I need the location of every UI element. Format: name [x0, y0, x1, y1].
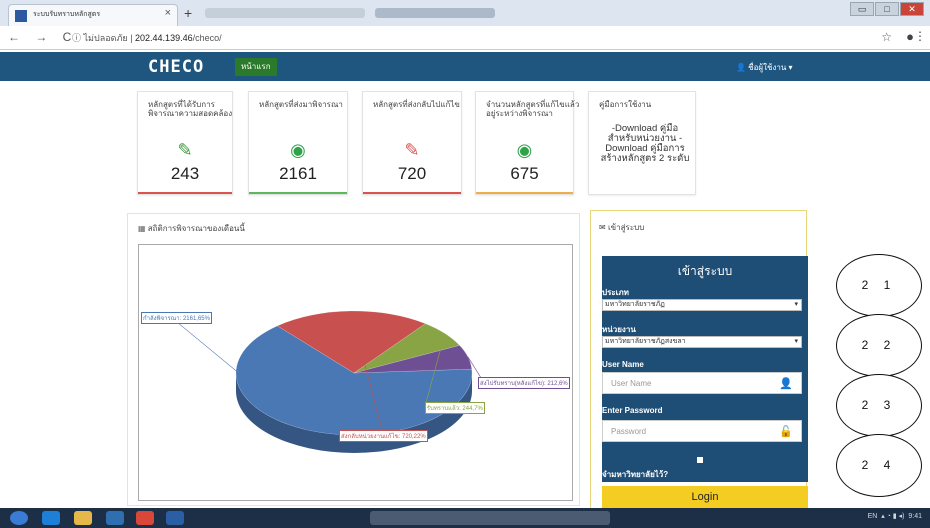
- card-value: 2161: [279, 164, 317, 183]
- tab-title: ระบบรับทราบหลักสูตร: [33, 11, 101, 18]
- annotation-oval: 2 2: [836, 314, 922, 377]
- user-icon: 👤: [779, 378, 793, 390]
- minimize-button[interactable]: ▭: [850, 2, 874, 16]
- clock: 9:41: [908, 513, 922, 520]
- lock-icon: 🔓: [779, 426, 793, 438]
- login-button[interactable]: Login: [602, 486, 808, 508]
- panel-header: ▦ สถิติการพิจารณาของเดือนนี้: [138, 222, 245, 235]
- login-title: เข้าสู่ระบบ: [677, 264, 733, 278]
- annotation-oval: 2 1: [836, 254, 922, 317]
- card-bar: [249, 192, 347, 194]
- maximize-button[interactable]: □: [875, 2, 899, 16]
- card-title: หลักสูตรที่ส่งมาพิจารณา: [259, 100, 343, 109]
- unit-label: หน่วยงาน: [602, 325, 636, 334]
- caret-down-icon: ▾: [794, 338, 798, 345]
- login-form: เข้าสู่ระบบ ประเภท มหาวิทยาลัยราชภัฏ ▾ ห…: [602, 256, 808, 482]
- close-tab-icon[interactable]: ×: [165, 7, 171, 19]
- user-menu[interactable]: 👤 ชื่อผู้ใช้งาน ▾: [736, 61, 793, 74]
- favicon-icon: [15, 10, 27, 22]
- pie-chart-svg: [170, 310, 485, 453]
- guide-card: คู่มือการใช้งาน -Download คู่มือสำหรับหน…: [588, 91, 696, 195]
- card-value: 720: [397, 164, 427, 183]
- nav-home[interactable]: หน้าแรก: [235, 58, 277, 76]
- brand-logo[interactable]: CHECO: [148, 57, 204, 77]
- top-navbar: CHECO หน้าแรก 👤 ชื่อผู้ใช้งาน ▾: [0, 52, 930, 81]
- password-placeholder: Password: [611, 427, 647, 436]
- pie-slice-label: รับทราบแล้ว: 244,7%: [424, 402, 485, 415]
- remember-label: จำมหาวิทยาลัยไว้?: [602, 470, 669, 479]
- browser-tab-bar: ระบบรับทราบหลักสูตร × + ▭ □ ✕: [0, 0, 930, 26]
- eye-icon: ◉: [516, 140, 533, 160]
- card-title: หลักสูตรที่ได้รับการพิจารณาความสอดคล้อง: [148, 100, 233, 118]
- stat-card-returned[interactable]: หลักสูตรที่ส่งกลับไปแก้ไข ✎ 720: [362, 91, 462, 195]
- info-icon[interactable]: ⓘ: [72, 33, 81, 43]
- blurred-region: [375, 8, 495, 18]
- media-icon[interactable]: [106, 511, 124, 525]
- username-label: User Name: [602, 360, 644, 369]
- card-title: จำนวนหลักสูตรที่แก้ไขแล้วอยู่ระหว่างพิจา…: [486, 100, 580, 118]
- calendar-icon: ▦: [138, 224, 146, 233]
- guide-links[interactable]: -Download คู่มือสำหรับหน่วยงาน -Download…: [599, 124, 691, 164]
- nav-buttons[interactable]: ← → C: [8, 30, 77, 44]
- not-secure-label: ไม่ปลอดภัย: [83, 33, 128, 43]
- pie-slice-label: ส่งกลับหน่วยงานแก้ไข: 720,22%: [339, 430, 428, 442]
- pie-chart: กำลังพิจารณา: 2161,65% ส่งกลับหน่วยงานแก้…: [138, 244, 573, 501]
- pie-slice-label: ส่งไปรับทราบ(หลังแก้ไข): 212,6%: [478, 377, 570, 390]
- stat-card-revised[interactable]: จำนวนหลักสูตรที่แก้ไขแล้วอยู่ระหว่างพิจา…: [475, 91, 579, 195]
- os-taskbar: EN ▴ ◔ ▮ ◂) 9:41: [0, 508, 930, 528]
- card-bar: [363, 192, 461, 194]
- word-icon[interactable]: [166, 511, 184, 525]
- url-field[interactable]: ⓘ ไม่ปลอดภัย | 202.44.139.46/checo/: [72, 31, 222, 45]
- password-input[interactable]: Password 🔓: [602, 420, 802, 442]
- remember-checkbox[interactable]: [697, 457, 703, 463]
- wand-icon: ✎: [177, 140, 193, 160]
- guide-title: คู่มือการใช้งาน: [599, 100, 652, 109]
- edit-icon: ✎: [404, 140, 420, 160]
- card-value: 243: [170, 164, 200, 183]
- card-title: หลักสูตรที่ส่งกลับไปแก้ไข: [373, 100, 460, 109]
- account-icon[interactable]: ●: [906, 29, 914, 44]
- login-header-text: เข้าสู่ระบบ: [607, 223, 645, 232]
- unit-select[interactable]: มหาวิทยาลัยราชภัฏสงขลา ▾: [602, 336, 802, 348]
- bookmark-star-icon[interactable]: ☆: [881, 30, 892, 44]
- annotation-oval: 2 4: [836, 434, 922, 497]
- type-select[interactable]: มหาวิทยาลัยราชภัฏ ▾: [602, 299, 802, 311]
- unit-value: มหาวิทยาลัยราชภัฏสงขลา: [605, 338, 686, 345]
- password-label: Enter Password: [602, 406, 663, 415]
- username-input[interactable]: User Name 👤: [602, 372, 802, 394]
- card-bar: [138, 192, 232, 194]
- new-tab-button[interactable]: +: [184, 5, 192, 21]
- card-value: 675: [510, 164, 539, 183]
- blurred-region: [205, 8, 365, 18]
- browser-tab[interactable]: ระบบรับทราบหลักสูตร ×: [8, 4, 178, 26]
- envelope-icon: ✉: [599, 223, 606, 232]
- caret-down-icon: ▾: [794, 301, 798, 308]
- stats-panel: ▦ สถิติการพิจารณาของเดือนนี้ กำลังพิจารณ…: [127, 213, 580, 506]
- url-host: 202.44.139.46: [135, 33, 193, 43]
- folder-icon[interactable]: [74, 511, 92, 525]
- login-header: ✉ เข้าสู่ระบบ: [599, 221, 644, 234]
- chrome-icon[interactable]: [136, 511, 154, 525]
- stat-card-submitted[interactable]: หลักสูตรที่ส่งมาพิจารณา ◉ 2161: [248, 91, 348, 195]
- username-placeholder: User Name: [611, 379, 652, 388]
- stat-card-approved[interactable]: หลักสูตรที่ได้รับการพิจารณาความสอดคล้อง …: [137, 91, 233, 195]
- menu-dots-icon[interactable]: ⋮: [914, 29, 926, 43]
- start-icon[interactable]: [10, 511, 28, 525]
- eye-icon: ◉: [290, 140, 306, 160]
- close-window-button[interactable]: ✕: [900, 2, 924, 16]
- card-bar: [476, 192, 573, 194]
- blurred-taskbar-region: [370, 511, 610, 525]
- panel-title: สถิติการพิจารณาของเดือนนี้: [147, 224, 245, 233]
- window-controls: ▭ □ ✕: [850, 2, 924, 16]
- ie-icon[interactable]: [42, 511, 60, 525]
- type-label: ประเภท: [602, 288, 629, 297]
- pie-slice-label: กำลังพิจารณา: 2161,65%: [141, 312, 212, 325]
- annotation-oval: 2 3: [836, 374, 922, 437]
- language-indicator[interactable]: EN: [868, 513, 878, 520]
- type-value: มหาวิทยาลัยราชภัฏ: [605, 301, 665, 308]
- system-tray: EN ▴ ◔ ▮ ◂) 9:41: [867, 513, 922, 520]
- url-path: /checo/: [192, 33, 222, 43]
- address-bar: ← → C ⓘ ไม่ปลอดภัย | 202.44.139.46/checo…: [0, 26, 930, 50]
